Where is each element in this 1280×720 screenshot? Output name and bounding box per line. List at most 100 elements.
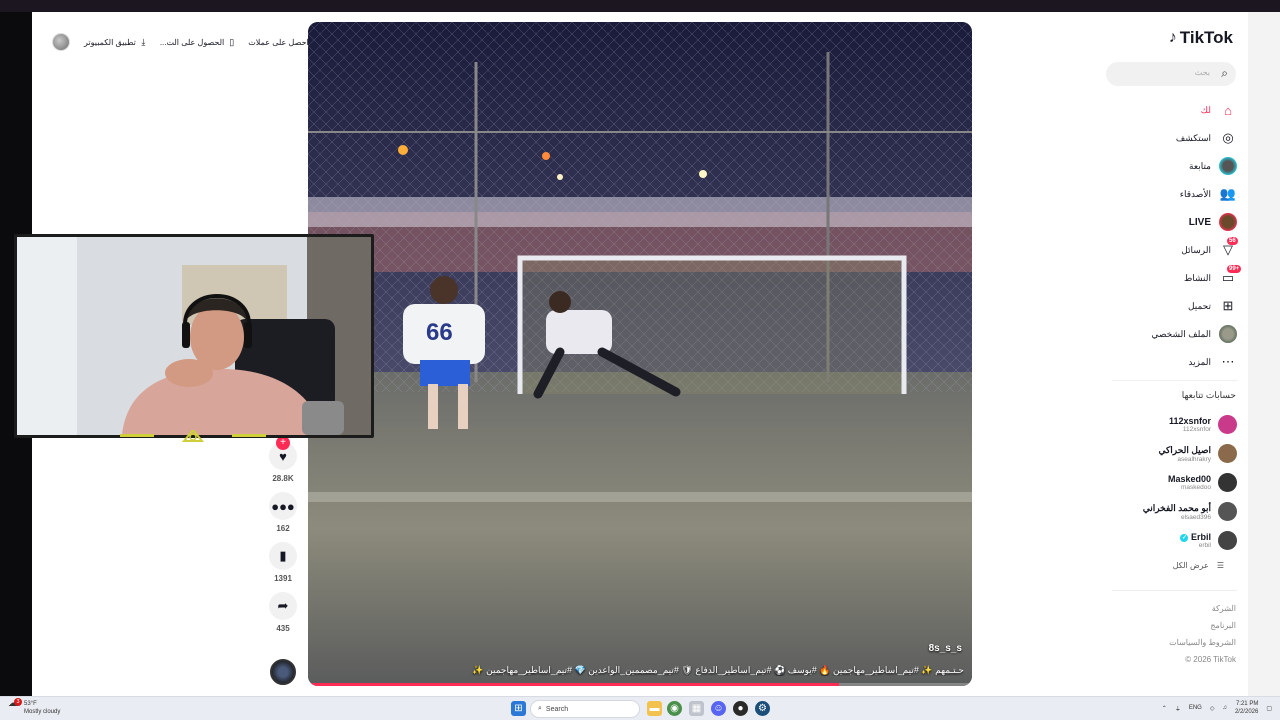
nav-item-friends[interactable]: الأصدقاء 👥 — [1122, 180, 1237, 208]
account-avatar — [1218, 415, 1237, 434]
taskbar-search-label: Search — [545, 705, 569, 713]
see-all-button[interactable]: عرض الكل ☰ — [1173, 561, 1224, 570]
language-indicator[interactable]: ENG — [1189, 705, 1202, 711]
webcam-overlay — [14, 234, 374, 438]
start-icon[interactable]: ⊞ — [511, 701, 526, 716]
heart-icon: ♥ — [279, 448, 287, 464]
account-avatar — [1218, 473, 1237, 492]
live-icon — [1219, 213, 1237, 231]
follow-plus-button[interactable]: + — [276, 436, 290, 450]
account-item[interactable]: اصيل الحراكي asealhrakry — [1112, 439, 1237, 468]
nav-item-for-you[interactable]: لك ⌂ — [1122, 96, 1237, 124]
footer-copyright: © 2026 TikTok — [1185, 655, 1236, 664]
discord-icon[interactable]: ☺ — [711, 701, 726, 716]
following-accounts-title: حسابات تتابعها — [1181, 390, 1236, 400]
see-all-label: عرض الكل — [1172, 561, 1209, 570]
obs-icon[interactable]: ● — [733, 701, 748, 716]
video-player[interactable]: 66 8s_s_s حـتـمهم ✨ #تيم_اساطير_مهاجمين … — [308, 22, 972, 686]
activity-icon: ▭ 99+ — [1221, 265, 1242, 285]
search-input[interactable]: بحث ⌕ — [1106, 62, 1236, 86]
taskbar: ☁ 3 53°F Mostly cloudy ⊞ ⌕ Search ▬ ◉ ▦ ☺… — [0, 696, 1280, 720]
footer-terms-link[interactable]: الشروط والسياسات — [1169, 634, 1236, 651]
nav-label-following: متابعة — [1189, 160, 1211, 171]
webcam-frame-ornament — [120, 430, 266, 442]
footer-company-link[interactable]: الشركة — [1169, 600, 1236, 617]
usb-icon[interactable]: ⏚ — [1175, 704, 1181, 713]
promo-bar: ⊘ احصل على عملات ▯ الحصول على الت... ⤓ ت… — [84, 32, 321, 52]
friends-icon: 👥 — [1219, 186, 1237, 201]
video-progress-bar[interactable] — [308, 683, 972, 686]
desktop-app-link[interactable]: ⤓ تطبيق الكمبيوتر — [84, 36, 148, 47]
verified-icon: ✓ — [1180, 533, 1189, 542]
account-name: أبو محمد الفخراني — [1142, 502, 1211, 513]
store-icon[interactable]: ▦ — [689, 701, 704, 716]
weather-temperature: 53°F — [24, 701, 37, 707]
taskbar-search[interactable]: ⌕ Search — [530, 700, 640, 718]
nav-item-upload[interactable]: تحميل ⊞ — [1122, 292, 1237, 320]
window-top-strip — [0, 0, 1280, 12]
messages-badge: 56 — [1227, 237, 1238, 245]
search-icon[interactable]: ⌕ — [1221, 66, 1228, 81]
footer-program-link[interactable]: البرنامج — [1169, 617, 1236, 634]
get-app-label: الحصول على الت... — [159, 37, 225, 47]
desktop-app-label: تطبيق الكمبيوتر — [84, 37, 136, 47]
nav-item-more[interactable]: المزيد ⋯ — [1122, 348, 1237, 376]
account-item[interactable]: أبو محمد الفخراني elsaed396 — [1112, 497, 1237, 526]
tiktok-logo[interactable]: ♪ TikTok — [1169, 28, 1233, 48]
weather-icon: ☁ 3 — [8, 698, 22, 712]
following-accounts-list: 112xsnfor 112xsnfor اصيل الحراكي asealhrak… — [1112, 410, 1237, 555]
more-icon: ⋯ — [1221, 354, 1235, 369]
phone-icon: ▯ — [229, 36, 235, 47]
save-button[interactable]: ▮ — [269, 542, 297, 570]
volume-icon[interactable]: ♫ — [1222, 705, 1227, 711]
video-author[interactable]: 8s_s_s — [929, 643, 962, 654]
nav-label-messages: الرسائل — [1181, 244, 1211, 255]
video-caption: حـتـمهم ✨ #تيم_اساطير_مهاجمين 🔥 #يوسف ⚽ … — [472, 665, 964, 675]
nav-label-friends: الأصدقاء — [1179, 188, 1211, 199]
comment-count: 162 — [276, 524, 290, 533]
account-item[interactable]: Masked00 maskedoo — [1112, 468, 1237, 497]
system-tray: ⌃ ⏚ ENG ◇ ♫ 7:21 PM 2/2/2026 ▢ — [1162, 700, 1272, 716]
comment-icon: ●●● — [271, 498, 295, 514]
clock-date: 2/2/2026 — [1234, 709, 1259, 715]
network-icon[interactable]: ◇ — [1210, 705, 1215, 712]
following-avatar-icon — [1219, 157, 1237, 175]
account-avatar — [1218, 444, 1237, 463]
nav-item-profile[interactable]: الملف الشخصي — [1122, 320, 1237, 348]
nav-item-explore[interactable]: استكشف ◎ — [1122, 124, 1237, 152]
search-placeholder: بحث — [1194, 68, 1210, 77]
sidebar-divider — [1112, 380, 1237, 381]
user-avatar[interactable] — [52, 33, 70, 51]
account-handle: erbil — [1198, 542, 1211, 549]
share-button[interactable]: ➦ — [269, 592, 297, 620]
nav-item-messages[interactable]: الرسائل ▽ 56 — [1122, 236, 1238, 264]
notification-icon[interactable]: ▢ — [1266, 705, 1272, 712]
account-item[interactable]: ✓ Erbil erbil — [1112, 526, 1237, 555]
profile-icon — [1219, 325, 1237, 343]
nav-item-live[interactable]: LIVE — [1122, 208, 1237, 236]
activity-badge: 99+ — [1227, 265, 1242, 273]
clock[interactable]: 7:21 PM 2/2/2026 — [1235, 700, 1258, 716]
nav-item-following[interactable]: متابعة — [1122, 152, 1237, 180]
save-count: 1391 — [274, 574, 292, 583]
download-icon: ⤓ — [141, 36, 146, 47]
logo-text: TikTok — [1179, 28, 1233, 47]
account-name: اصيل الحراكي — [1158, 444, 1211, 455]
weather-widget[interactable]: ☁ 3 53°F Mostly cloudy — [8, 698, 60, 716]
search-icon: ⌕ — [538, 705, 542, 712]
weather-badge: 3 — [14, 698, 22, 706]
account-item[interactable]: 112xsnfor 112xsnfor — [1112, 410, 1237, 439]
account-handle: maskedoo — [1181, 484, 1211, 491]
get-app-link[interactable]: ▯ الحصول على الت... — [159, 36, 236, 47]
sidebar-divider — [1112, 590, 1237, 591]
sidebar-footer: الشركة البرنامج الشروط والسياسات © 2026 … — [1169, 600, 1236, 668]
music-disc-icon[interactable] — [270, 659, 296, 685]
upload-icon: ⊞ — [1222, 298, 1234, 313]
chrome-icon[interactable]: ◉ — [667, 701, 682, 716]
chevron-up-icon[interactable]: ⌃ — [1162, 705, 1167, 712]
nav-item-activity[interactable]: النشاط ▭ 99+ — [1122, 264, 1242, 292]
file-explorer-icon[interactable]: ▬ — [647, 701, 662, 716]
comment-button[interactable]: ●●● — [269, 492, 297, 520]
steam-icon[interactable]: ⚙ — [755, 701, 770, 716]
account-handle: 112xsnfor — [1182, 426, 1211, 433]
